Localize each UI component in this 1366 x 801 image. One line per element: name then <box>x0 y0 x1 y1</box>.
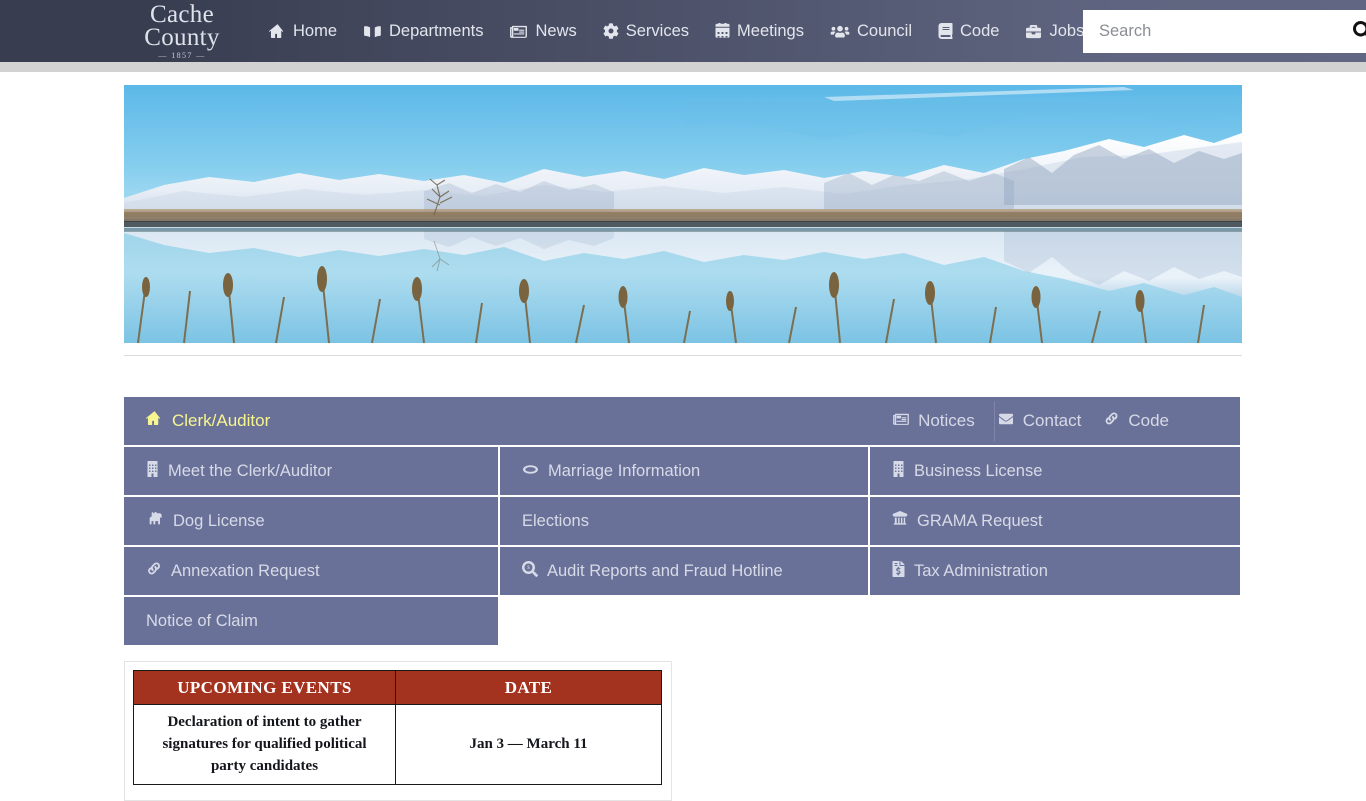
menu-row: Annexation Request $ Audit Reports and F… <box>124 547 1240 595</box>
tile-label: Meet the Clerk/Auditor <box>168 462 332 481</box>
search-icon <box>1353 21 1366 43</box>
envelope-icon <box>997 411 1015 431</box>
nav-item-meetings[interactable]: Meetings <box>702 0 817 62</box>
tile-elections[interactable]: Elections <box>500 497 868 545</box>
nav-label: Code <box>960 22 999 41</box>
tile-label: Business License <box>914 462 1042 481</box>
nav-label: Services <box>626 22 689 41</box>
tile-label: Annexation Request <box>171 562 320 581</box>
tile-meet-the-clerk-auditor[interactable]: Meet the Clerk/Auditor <box>124 447 498 495</box>
tile-label: Elections <box>522 512 589 531</box>
dept-link-code[interactable]: Code <box>1092 411 1180 431</box>
logo-line-2: County <box>144 26 219 49</box>
department-menu: Clerk/Auditor Notices Contact Code <box>124 397 1240 645</box>
gear-icon <box>603 23 619 39</box>
dog-icon <box>146 511 164 531</box>
search-input[interactable] <box>1083 21 1341 42</box>
column-header-date: DATE <box>396 671 662 705</box>
tile-annexation-request[interactable]: Annexation Request <box>124 547 498 595</box>
table-header-row: UPCOMING EVENTS DATE <box>134 671 662 705</box>
tile-marriage-information[interactable]: Marriage Information <box>500 447 868 495</box>
tile-label: Notice of Claim <box>146 612 258 631</box>
nav-item-code[interactable]: Code <box>925 0 1012 62</box>
menu-row: Notice of Claim <box>124 597 1240 645</box>
nav-label: Home <box>293 22 337 41</box>
ring-icon <box>522 461 539 481</box>
tile-empty-slot <box>870 597 1240 645</box>
home-icon <box>146 411 163 431</box>
briefcase-icon <box>1025 24 1042 39</box>
department-header-links: Notices Contact Code <box>881 411 1240 431</box>
search-submit-button[interactable] <box>1341 10 1366 53</box>
main-nav: Home Departments News Services Meetings <box>256 0 1097 62</box>
tile-dog-license[interactable]: Dog License <box>124 497 498 545</box>
cell-event-name: Declaration of intent to gather signatur… <box>134 705 396 785</box>
hero-banner-image <box>124 85 1242 343</box>
book-icon <box>938 23 953 39</box>
logo-line-1: Cache <box>150 3 214 26</box>
nav-item-news[interactable]: News <box>496 0 589 62</box>
table-row: Declaration of intent to gather signatur… <box>134 705 662 785</box>
column-header-upcoming-events: UPCOMING EVENTS <box>134 671 396 705</box>
file-invoice-dollar-icon <box>892 561 905 582</box>
nav-label: Jobs <box>1049 22 1084 41</box>
header-divider-strip <box>0 62 1366 72</box>
tile-notice-of-claim[interactable]: Notice of Claim <box>124 597 498 645</box>
link-icon <box>1103 411 1120 431</box>
bank-icon <box>892 511 908 531</box>
tile-label: Marriage Information <box>548 462 700 481</box>
building-icon <box>146 461 159 482</box>
nav-label: Meetings <box>737 22 804 41</box>
building-icon <box>892 461 905 482</box>
logo-year: — 1857 — <box>158 52 205 59</box>
cell-event-date: Jan 3 — March 11 <box>396 705 662 785</box>
department-title[interactable]: Clerk/Auditor <box>124 411 270 431</box>
tile-business-license[interactable]: Business License <box>870 447 1240 495</box>
dept-link-label: Contact <box>1023 411 1082 431</box>
home-icon <box>269 24 286 39</box>
search-box[interactable] <box>1083 10 1366 53</box>
tile-grama-request[interactable]: GRAMA Request <box>870 497 1240 545</box>
site-logo[interactable]: Cache County — 1857 — <box>122 2 242 60</box>
menu-row: Meet the Clerk/Auditor Marriage Informat… <box>124 447 1240 495</box>
nav-item-departments[interactable]: Departments <box>350 0 496 62</box>
nav-label: News <box>535 22 576 41</box>
tile-empty-slot <box>500 597 868 645</box>
tile-label: Dog License <box>173 512 265 531</box>
upcoming-events-panel: UPCOMING EVENTS DATE Declaration of inte… <box>124 661 672 801</box>
tile-audit-reports-and-fraud-hotline[interactable]: $ Audit Reports and Fraud Hotline <box>500 547 868 595</box>
menu-row: Dog License Elections GRAMA Request <box>124 497 1240 545</box>
nav-item-services[interactable]: Services <box>590 0 702 62</box>
nav-label: Departments <box>389 22 483 41</box>
tile-label: GRAMA Request <box>917 512 1043 531</box>
dept-link-notices[interactable]: Notices <box>881 411 986 431</box>
dept-link-label: Code <box>1128 411 1169 431</box>
nav-item-council[interactable]: Council <box>817 0 925 62</box>
newspaper-icon <box>892 411 910 431</box>
link-icon <box>146 561 162 581</box>
svg-text:$: $ <box>527 563 530 570</box>
newspaper-icon <box>509 24 528 39</box>
dept-link-contact[interactable]: Contact <box>986 411 1093 431</box>
department-header: Clerk/Auditor Notices Contact Code <box>124 397 1240 445</box>
tile-label: Audit Reports and Fraud Hotline <box>547 562 783 581</box>
tile-label: Tax Administration <box>914 562 1048 581</box>
department-title-label: Clerk/Auditor <box>172 411 270 431</box>
search-dollar-icon: $ <box>522 561 538 582</box>
tile-tax-administration[interactable]: Tax Administration <box>870 547 1240 595</box>
calendar-icon <box>715 23 730 39</box>
hero-divider <box>124 355 1242 356</box>
nav-item-home[interactable]: Home <box>256 0 350 62</box>
nav-label: Council <box>857 22 912 41</box>
top-navigation-bar: Cache County — 1857 — Home Departments N… <box>0 0 1366 62</box>
header-separator <box>994 401 995 441</box>
hero-landscape-graphic <box>124 85 1242 343</box>
dept-link-label: Notices <box>918 411 975 431</box>
book-open-icon <box>363 24 382 39</box>
users-icon <box>830 24 850 39</box>
